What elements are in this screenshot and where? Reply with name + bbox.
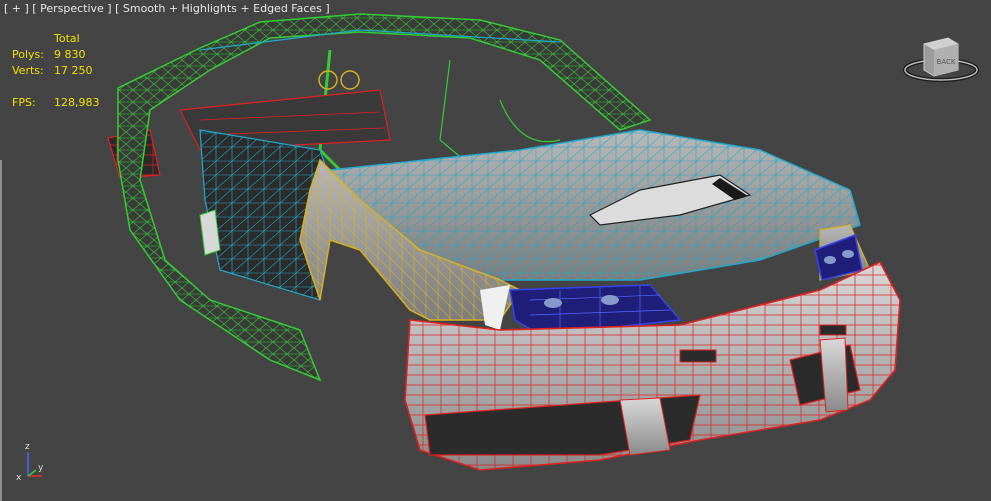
verts-label: Verts: bbox=[12, 64, 44, 77]
viewcube[interactable]: BACK bbox=[902, 36, 980, 84]
axis-z-label: z bbox=[25, 442, 30, 452]
stats-total-header: Total bbox=[54, 32, 80, 45]
verts-value: 17 250 bbox=[54, 64, 93, 77]
viewport-menu-button[interactable]: [ + ] bbox=[4, 2, 29, 15]
perspective-viewport[interactable]: [ + ] [ Perspective ] [ Smooth + Highlig… bbox=[0, 0, 991, 501]
fps-label: FPS: bbox=[12, 96, 36, 109]
axis-tripod: z x y bbox=[16, 442, 44, 482]
car-model-scene[interactable] bbox=[0, 0, 991, 501]
viewcube-face-label[interactable]: BACK bbox=[937, 58, 956, 66]
polys-label: Polys: bbox=[12, 48, 44, 61]
shading-mode-menu[interactable]: [ Smooth + Highlights + Edged Faces ] bbox=[115, 2, 330, 15]
fps-value: 128,983 bbox=[54, 96, 100, 109]
scene-statistics: Total Polys: 9 830 Verts: 17 250 FPS: 128,9… bbox=[12, 31, 100, 111]
point-of-view-menu[interactable]: [ Perspective ] bbox=[32, 2, 111, 15]
polys-value: 9 830 bbox=[54, 48, 86, 61]
viewport-label: [ + ] [ Perspective ] [ Smooth + Highlig… bbox=[4, 2, 330, 15]
axis-y-label: y bbox=[38, 463, 44, 473]
axis-x-label: x bbox=[16, 473, 22, 482]
